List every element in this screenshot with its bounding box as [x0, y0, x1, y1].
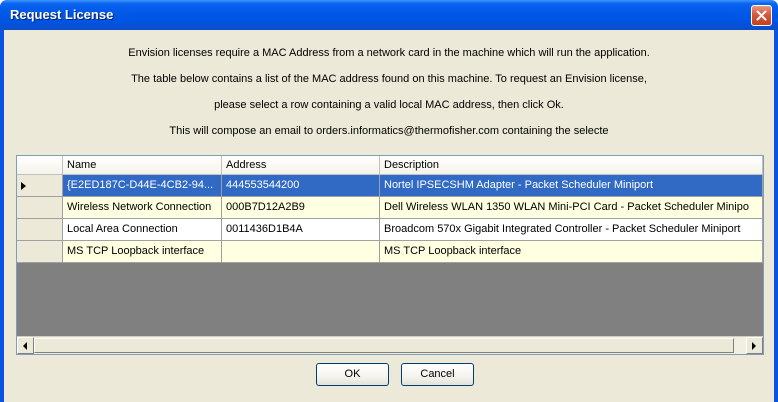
- cell-address[interactable]: 444553544200: [222, 175, 380, 197]
- row-selector[interactable]: [17, 241, 63, 263]
- column-header-address[interactable]: Address: [222, 156, 380, 174]
- mac-address-grid[interactable]: Name Address Description {E2ED187C-D44E-…: [16, 155, 764, 355]
- table-row[interactable]: Wireless Network Connection 000B7D12A2B9…: [17, 197, 763, 219]
- instruction-line: This will compose an email to orders.inf…: [169, 125, 609, 137]
- scroll-thumb[interactable]: [34, 338, 734, 353]
- horizontal-scrollbar[interactable]: [17, 336, 763, 354]
- close-icon: [756, 10, 767, 21]
- cell-name[interactable]: Local Area Connection: [63, 219, 222, 241]
- row-header-corner: [17, 156, 63, 174]
- dialog-body: Envision licenses require a MAC Address …: [4, 30, 774, 402]
- arrow-right-icon: [752, 342, 756, 350]
- request-license-dialog: Request License Envision licenses requir…: [0, 0, 778, 402]
- column-header-name[interactable]: Name: [63, 156, 222, 174]
- row-selector[interactable]: [17, 175, 63, 197]
- scroll-right-button[interactable]: [746, 337, 763, 354]
- ok-button[interactable]: OK: [316, 363, 389, 386]
- row-selector[interactable]: [17, 219, 63, 241]
- table-row[interactable]: MS TCP Loopback interface MS TCP Loopbac…: [17, 241, 763, 263]
- instruction-line: Envision licenses require a MAC Address …: [128, 47, 650, 59]
- column-header-description[interactable]: Description: [380, 156, 763, 174]
- instruction-line: The table below contains a list of the M…: [131, 73, 647, 85]
- cell-description[interactable]: Broadcom 570x Gigabit Integrated Control…: [380, 219, 763, 241]
- table-row[interactable]: {E2ED187C-D44E-4CB2-94... 444553544200 N…: [17, 175, 763, 197]
- grid-header: Name Address Description: [17, 156, 763, 175]
- cell-description[interactable]: Nortel IPSECSHM Adapter - Packet Schedul…: [380, 175, 763, 197]
- cell-description[interactable]: MS TCP Loopback interface: [380, 241, 763, 263]
- cell-address[interactable]: 000B7D12A2B9: [222, 197, 380, 219]
- cancel-button[interactable]: Cancel: [401, 363, 474, 386]
- instructions-text: Envision licenses require a MAC Address …: [4, 40, 774, 144]
- row-selector[interactable]: [17, 197, 63, 219]
- table-row[interactable]: Local Area Connection 0011436D1B4A Broad…: [17, 219, 763, 241]
- cell-name[interactable]: Wireless Network Connection: [63, 197, 222, 219]
- title-bar[interactable]: Request License: [0, 0, 778, 30]
- cell-name[interactable]: MS TCP Loopback interface: [63, 241, 222, 263]
- cell-description[interactable]: Dell Wireless WLAN 1350 WLAN Mini-PCI Ca…: [380, 197, 763, 219]
- current-row-arrow-icon: [21, 182, 26, 190]
- dialog-title: Request License: [10, 7, 114, 22]
- cell-name[interactable]: {E2ED187C-D44E-4CB2-94...: [63, 175, 222, 197]
- scroll-left-button[interactable]: [17, 337, 34, 354]
- close-button[interactable]: [751, 5, 772, 26]
- cell-address[interactable]: [222, 241, 380, 263]
- instruction-line: please select a row containing a valid l…: [214, 99, 564, 111]
- cell-address[interactable]: 0011436D1B4A: [222, 219, 380, 241]
- arrow-left-icon: [23, 342, 27, 350]
